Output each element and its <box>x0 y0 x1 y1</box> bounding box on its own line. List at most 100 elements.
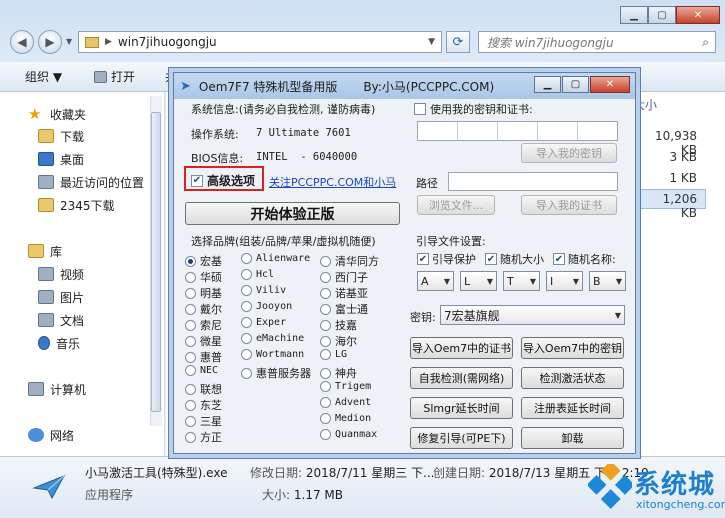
nav-item-desktop[interactable]: 桌面 <box>38 150 84 168</box>
brand-radio-option[interactable]: 富士通 <box>320 301 368 317</box>
drive-letter-select[interactable]: L ▼ <box>460 271 497 291</box>
brand-radio-option[interactable]: 东芝 <box>185 397 222 413</box>
brand-radio-option[interactable]: eMachine <box>241 333 304 344</box>
brand-radio-option[interactable]: Advent <box>320 397 371 408</box>
key-segment[interactable] <box>458 122 498 140</box>
minimize-button[interactable]: ▁ <box>620 6 648 24</box>
browse-file-button[interactable]: 浏览文件... <box>417 195 495 215</box>
radio-circle[interactable] <box>241 333 252 344</box>
nav-computer[interactable]: 计算机 <box>28 380 86 398</box>
chevron-down-icon[interactable]: ▼ <box>428 37 435 47</box>
drive-letter-select[interactable]: A ▼ <box>417 271 454 291</box>
path-input[interactable] <box>448 172 618 191</box>
registry-extend-button[interactable]: 注册表延长时间 <box>521 397 624 419</box>
recent-pages-icon[interactable]: ▼ <box>66 37 72 46</box>
brand-radio-option[interactable]: 西门子 <box>320 269 368 285</box>
radio-circle[interactable] <box>241 269 252 280</box>
brand-radio-option[interactable]: Jooyon <box>241 301 292 312</box>
follow-link[interactable]: 关注PCCPPC.COM和小马 <box>269 174 396 190</box>
nav-item-music[interactable]: 音乐 <box>38 334 80 352</box>
radio-circle[interactable] <box>320 319 331 331</box>
forward-button[interactable]: ▶ <box>38 30 62 54</box>
advanced-option-checkbox[interactable]: ✔ 高级选项 <box>191 172 255 189</box>
drive-letter-select[interactable]: T ▼ <box>503 271 540 291</box>
boot-protect-checkbox[interactable]: ✔ 引导保护 <box>417 251 476 267</box>
brand-radio-option[interactable]: Viliv <box>241 285 286 296</box>
import-oem-cert-button[interactable]: 导入Oem7中的证书 <box>410 337 513 359</box>
open-button[interactable]: 打开 <box>94 68 135 85</box>
brand-radio-option[interactable]: 神舟 <box>320 365 357 381</box>
brand-radio-option[interactable]: 诺基亚 <box>320 285 368 301</box>
dialog-maximize-button[interactable]: ▢ <box>562 76 589 93</box>
slmgr-extend-button[interactable]: Slmgr延长时间 <box>410 397 513 419</box>
random-name-checkbox[interactable]: ✔ 随机名称: <box>553 251 616 267</box>
dialog-minimize-button[interactable]: ▁ <box>534 76 561 93</box>
drive-letter-select[interactable]: B ▼ <box>589 271 626 291</box>
brand-radio-option[interactable]: 技嘉 <box>320 317 357 333</box>
radio-circle[interactable] <box>185 431 196 443</box>
radio-circle[interactable] <box>320 303 331 315</box>
radio-circle[interactable] <box>241 253 252 264</box>
brand-radio-option[interactable]: 方正 <box>185 429 222 445</box>
brand-radio-option[interactable]: 戴尔 <box>185 301 222 317</box>
refresh-button[interactable]: ⟳ <box>446 31 470 53</box>
brand-radio-option[interactable]: Alienware <box>241 253 310 264</box>
nav-item-pictures[interactable]: 图片 <box>38 288 84 306</box>
brand-radio-option[interactable]: NEC <box>185 365 218 376</box>
radio-circle[interactable] <box>320 271 331 283</box>
column-header-size[interactable]: 大小 <box>633 96 657 113</box>
nav-item-documents[interactable]: 文档 <box>38 311 84 329</box>
radio-circle[interactable] <box>185 365 196 376</box>
drive-letter-select[interactable]: I ▼ <box>546 271 583 291</box>
radio-circle[interactable] <box>241 285 252 296</box>
random-size-checkbox[interactable]: ✔ 随机大小 <box>485 251 544 267</box>
brand-radio-option[interactable]: 惠普 <box>185 349 222 365</box>
import-oem-key-button[interactable]: 导入Oem7中的密钥 <box>521 337 624 359</box>
nav-item-recent[interactable]: 最近访问的位置 <box>38 173 144 191</box>
radio-circle[interactable] <box>185 255 196 267</box>
radio-circle[interactable] <box>241 301 252 312</box>
organize-button[interactable]: 组织 ▼ <box>25 68 62 85</box>
key-segment[interactable] <box>538 122 578 140</box>
radio-circle[interactable] <box>320 381 331 392</box>
nav-item-2345[interactable]: 2345下载 <box>38 196 115 214</box>
radio-circle[interactable] <box>320 287 331 299</box>
address-bar[interactable]: ▶ win7jihuogongju ▼ <box>78 31 442 53</box>
brand-radio-option[interactable]: 海尔 <box>320 333 357 349</box>
radio-circle[interactable] <box>320 413 331 424</box>
radio-circle[interactable] <box>320 255 331 267</box>
product-key-field[interactable] <box>417 121 618 141</box>
brand-radio-option[interactable]: Medion <box>320 413 371 424</box>
close-button[interactable]: ✕ <box>676 6 720 24</box>
brand-radio-option[interactable]: Exper <box>241 317 286 328</box>
radio-circle[interactable] <box>185 335 196 347</box>
nav-libraries[interactable]: 库 <box>28 242 62 260</box>
brand-radio-option[interactable]: 索尼 <box>185 317 222 333</box>
nav-favorites[interactable]: ★ 收藏夹 <box>28 105 86 123</box>
nav-network[interactable]: 网络 <box>28 426 74 444</box>
self-check-button[interactable]: 自我检测(需网络) <box>410 367 513 389</box>
radio-circle[interactable] <box>185 351 196 363</box>
repair-boot-button[interactable]: 修复引导(可PE下) <box>410 427 513 449</box>
start-activation-button[interactable]: 开始体验正版 <box>185 202 400 225</box>
nav-item-downloads[interactable]: 下载 <box>38 127 84 145</box>
maximize-button[interactable]: ▢ <box>648 6 676 24</box>
radio-circle[interactable] <box>241 367 252 379</box>
key-segment[interactable] <box>578 122 617 140</box>
brand-radio-option[interactable]: 微星 <box>185 333 222 349</box>
chevron-right-icon[interactable]: ▶ <box>105 37 112 47</box>
radio-circle[interactable] <box>241 317 252 328</box>
key-segment[interactable] <box>418 122 458 140</box>
key-segment[interactable] <box>498 122 538 140</box>
use-own-key-checkbox[interactable]: 使用我的密钥和证书: <box>414 101 533 117</box>
radio-circle[interactable] <box>185 415 196 427</box>
radio-circle[interactable] <box>185 383 196 395</box>
search-input[interactable]: 搜索 win7jihuogongju ⌕ <box>478 31 716 53</box>
import-my-key-button[interactable]: 导入我的密钥 <box>521 143 617 163</box>
radio-circle[interactable] <box>320 335 331 347</box>
radio-circle[interactable] <box>185 271 196 283</box>
radio-circle[interactable] <box>185 319 196 331</box>
radio-circle[interactable] <box>320 397 331 408</box>
import-my-cert-button[interactable]: 导入我的证书 <box>521 195 617 215</box>
key-select[interactable]: 7宏基旗舰 ▼ <box>440 305 625 325</box>
